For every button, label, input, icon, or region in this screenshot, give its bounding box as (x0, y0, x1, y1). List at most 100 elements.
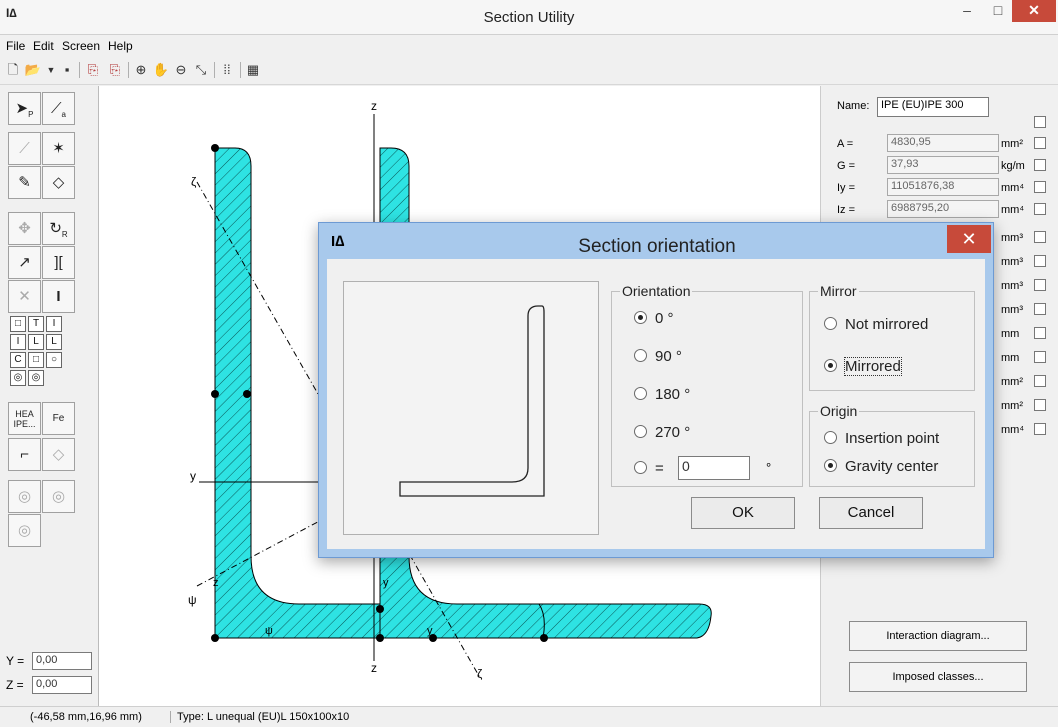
orientation-90-radio[interactable]: 90 ° (634, 348, 682, 365)
checkbox-11[interactable] (1034, 375, 1046, 387)
dialog-close-button[interactable]: ✕ (947, 225, 991, 253)
name-field[interactable]: IPE (EU)IPE 300 (877, 97, 989, 117)
checkbox-12[interactable] (1034, 399, 1046, 411)
checkbox-10[interactable] (1034, 351, 1046, 363)
orientation-180-radio[interactable]: 180 ° (634, 386, 690, 403)
custom-angle-input[interactable]: 0 (678, 456, 750, 480)
orientation-group-label: Orientation (620, 283, 693, 299)
checkbox-13[interactable] (1034, 423, 1046, 435)
minimize-button[interactable]: – (952, 0, 982, 22)
save-icon[interactable]: ▪ (58, 61, 76, 79)
menu-edit[interactable]: Edit (33, 39, 54, 53)
grid-icon[interactable]: ⁞⁞ (218, 61, 236, 79)
close-button[interactable]: ✕ (1012, 0, 1056, 22)
star-tool-icon[interactable]: ✶ (42, 132, 75, 165)
shape-plate-icon[interactable]: □ (10, 316, 26, 332)
shape-tube-icon[interactable]: ◎ (10, 370, 26, 386)
interaction-diagram-button[interactable]: Interaction diagram... (849, 621, 1027, 651)
not-mirrored-radio[interactable]: Not mirrored (824, 316, 928, 333)
zoom-in-icon[interactable]: ⊕ (132, 61, 150, 79)
menu-file[interactable]: File (6, 39, 25, 53)
prop-unit-11: mm² (1001, 376, 1023, 388)
move-tool-icon[interactable]: ✥ (8, 212, 41, 245)
export-icon[interactable]: ⎘ (84, 61, 102, 79)
axis-psi-left-label: ψ (188, 593, 197, 607)
prop-label-iz: Iz = (837, 204, 856, 216)
axis-zeta-top-label: ζ (191, 175, 197, 189)
mirrored-radio[interactable]: Mirrored (824, 357, 902, 376)
hea-ipe-tool-icon[interactable]: HEA IPE... (8, 402, 41, 435)
shape-channel-icon[interactable]: C (10, 352, 26, 368)
prop-value-g: 37,93 (887, 156, 999, 174)
imposed-classes-button[interactable]: Imposed classes... (849, 662, 1027, 692)
menu-screen[interactable]: Screen (62, 39, 100, 53)
shape-tee-icon[interactable]: T (28, 316, 44, 332)
translate-tool-icon[interactable]: ↗ (8, 246, 41, 279)
z-coord-input[interactable]: 0,00 (32, 676, 92, 694)
calculator-icon[interactable]: ▦ (244, 61, 262, 79)
checkbox-8[interactable] (1034, 303, 1046, 315)
checkbox-9[interactable] (1034, 327, 1046, 339)
pan-hand-icon[interactable]: ✋ (152, 61, 170, 79)
open-icon[interactable]: 📂 (24, 61, 42, 79)
arc-tool-icon[interactable]: ⟋ (8, 132, 41, 165)
orientation-custom-radio[interactable]: = (634, 460, 664, 477)
cancel-button[interactable]: Cancel (819, 497, 923, 529)
checkbox-5[interactable] (1034, 231, 1046, 243)
shape-i-icon[interactable]: I (46, 316, 62, 332)
line-tool-icon[interactable]: ⟋a (42, 92, 75, 125)
fe-tool-icon[interactable]: Fe (42, 402, 75, 435)
mirror-tool-icon[interactable]: ][ (42, 246, 75, 279)
union-tool-icon[interactable]: ◎ (8, 480, 41, 513)
checkbox-0[interactable] (1034, 116, 1046, 128)
prop-unit-g: kg/m (1001, 160, 1025, 172)
new-icon[interactable]: 🗋 (4, 61, 22, 79)
zoom-extents-icon[interactable]: ⤡ (192, 61, 210, 79)
checkbox-iz[interactable] (1034, 203, 1046, 215)
prop-unit-a: mm² (1001, 138, 1023, 150)
subtract-tool-icon[interactable]: ◎ (42, 480, 75, 513)
prop-unit-13: mm⁴ (1001, 424, 1025, 436)
insertion-point-radio[interactable]: Insertion point (824, 430, 939, 447)
checkbox-iy[interactable] (1034, 181, 1046, 193)
intersect-tool-icon[interactable]: ◎ (8, 514, 41, 547)
zoom-out-icon[interactable]: ⊖ (172, 61, 190, 79)
shape-angle2-icon[interactable]: L (46, 334, 62, 350)
menu-help[interactable]: Help (108, 39, 133, 53)
shape-angle-icon[interactable]: L (28, 334, 44, 350)
maximize-button[interactable]: □ (983, 0, 1013, 22)
checkbox-7[interactable] (1034, 279, 1046, 291)
checkbox-6[interactable] (1034, 255, 1046, 267)
shape-circle-icon[interactable]: ○ (46, 352, 62, 368)
shape-i2-icon[interactable]: I (10, 334, 26, 350)
prop-unit-5: mm³ (1001, 232, 1023, 244)
polyline-tool-icon[interactable]: ⌐ (8, 438, 41, 471)
checkbox-g[interactable] (1034, 159, 1046, 171)
axis-zeta-bottom-label: ζ (477, 667, 483, 681)
shape-tube2-icon[interactable]: ◎ (28, 370, 44, 386)
scale-tool-icon[interactable]: ✕ (8, 280, 41, 313)
orientation-0-radio[interactable]: 0 ° (634, 310, 674, 327)
gravity-center-radio[interactable]: Gravity center (824, 458, 938, 475)
shield-tool-icon[interactable]: ◇ (42, 438, 75, 471)
cube-tool-icon[interactable]: ◇ (42, 166, 75, 199)
prop-label-g: G = (837, 160, 856, 172)
origin-group-label: Origin (818, 403, 860, 419)
axis-z-top-label: z (371, 99, 377, 113)
axis-z-small-label: z (213, 577, 219, 589)
measure-tool-icon[interactable]: ✎ (8, 166, 41, 199)
select-tool-icon[interactable]: ➤P (8, 92, 41, 125)
rotate-tool-icon[interactable]: ↻R (42, 212, 75, 245)
ibeam-tool-icon[interactable]: I (42, 280, 75, 313)
shape-box-icon[interactable]: □ (28, 352, 44, 368)
prop-unit-iz: mm⁴ (1001, 204, 1025, 216)
export-red-icon[interactable]: ⎘ (106, 61, 124, 79)
status-coordinates: (-46,58 mm,16,96 mm) (30, 711, 142, 723)
checkbox-a[interactable] (1034, 137, 1046, 149)
orientation-270-radio[interactable]: 270 ° (634, 424, 690, 441)
y-coord-input[interactable]: 0,00 (32, 652, 92, 670)
z-coord-label: Z = (6, 678, 24, 692)
ok-button[interactable]: OK (691, 497, 795, 529)
mirror-group-label: Mirror (818, 283, 859, 299)
axis-y-small-label: y (427, 625, 433, 637)
